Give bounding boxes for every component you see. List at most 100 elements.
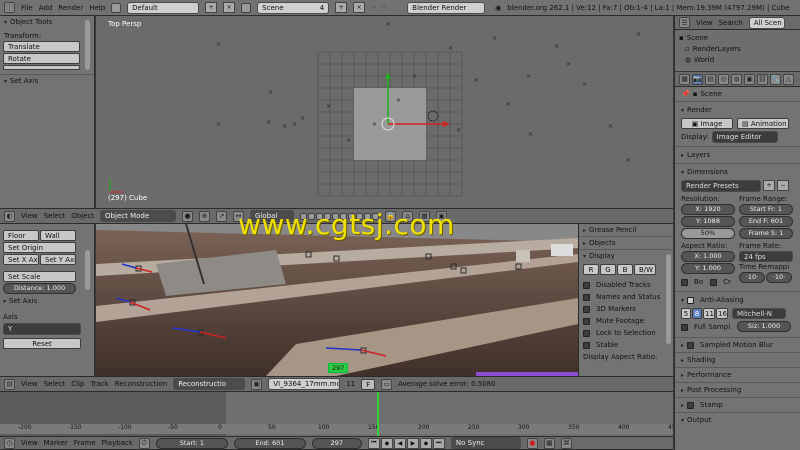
post-processing-header[interactable]: ▸ Post Processing [675,383,800,397]
mute-footage-option[interactable]: Mute Footage [583,315,669,327]
shelf-scrollbar[interactable] [85,20,90,70]
set-axis-header[interactable]: ▾ Set Axis [0,75,94,87]
clip-menu-track[interactable]: Track [90,380,108,388]
sync-mode-select[interactable]: No Sync [450,437,521,449]
play-icon[interactable]: ▶ [406,437,419,449]
grease-pencil-header[interactable]: ▸ Grease Pencil [579,224,673,236]
manipulator-icon[interactable]: ↗ [216,210,228,222]
end-frame-field[interactable]: End: 601 [233,437,306,449]
menu-object[interactable]: Object [71,212,94,220]
clip-shelf-scrollbar[interactable] [85,250,90,290]
remove-preset-icon[interactable]: − [777,180,789,191]
world-tab-icon[interactable]: ◍ [731,73,742,85]
render-animation-button[interactable]: ▤ Animation [737,118,789,129]
play-reverse-icon[interactable]: ◀ [393,437,406,449]
channel-b-toggle[interactable]: B [617,264,633,275]
rotate-button[interactable]: Rotate [3,53,80,64]
frame-end-field[interactable]: End F: 601 [739,216,793,227]
output-header[interactable]: ▾ Output [675,413,800,427]
keyset-icon[interactable]: ⌘ [560,437,572,449]
outliner-type-icon[interactable]: ☰ [679,17,690,28]
menu-render[interactable]: Render [58,4,83,12]
stamp-header[interactable]: ▸ Stamp [675,398,800,412]
floor-button[interactable]: Floor [3,230,39,241]
lock-selection-option[interactable]: Lock to Selection [583,327,669,339]
render-panel-header[interactable]: ▾ Render [675,102,800,118]
clip-view-icon[interactable]: ▣ [251,378,263,390]
full-sample-option[interactable]: Full Sampl [681,321,733,333]
render-tab-icon[interactable]: 📷 [692,73,703,85]
menu-select[interactable]: Select [44,212,66,220]
clip-menu-view[interactable]: View [21,380,38,388]
antialiasing-checkbox[interactable] [687,296,695,304]
clip-props-scrollbar[interactable] [666,254,671,344]
checkbox[interactable] [583,317,590,325]
tl-menu-playback[interactable]: Playback [102,439,133,447]
properties-type-icon[interactable]: ▦ [679,73,690,85]
checkbox[interactable] [583,305,590,313]
record-icon[interactable]: ● [526,437,538,449]
modifiers-tab-icon[interactable]: 🔧 [770,73,781,85]
aa-samples-16[interactable]: 16 [716,308,728,319]
shading-header[interactable]: ▸ Shading [675,353,800,367]
open-clip-icon[interactable]: ▭ [381,378,393,390]
remove-scene-icon[interactable]: × [353,2,366,13]
clip-set-axis-header[interactable]: ▾ Set Axis [3,294,91,305]
timeline-editor-icon[interactable]: ◷ [4,437,15,449]
scene-tab-icon[interactable]: ◎ [718,73,729,85]
outliner-filter-select[interactable]: All Scen [748,16,785,29]
clip-menu-reconstruction[interactable]: Reconstruction [115,380,167,388]
remap-old-field[interactable]: ·10· [739,272,765,283]
mode-select[interactable]: Object Mode [100,210,177,222]
pivot-icon[interactable]: ⊕ [199,210,211,222]
empty-object[interactable] [427,110,439,122]
prev-key-icon[interactable]: ◆ [380,437,393,449]
menu-help[interactable]: Help [89,4,105,12]
3d-markers-option[interactable]: 3D Markers [583,303,669,315]
scene-field[interactable]: Scene 4 [257,1,330,14]
checkbox[interactable] [681,323,688,331]
aa-samples-8[interactable]: 8 [692,308,702,319]
scale-button-partial[interactable] [3,65,80,70]
checkbox[interactable] [583,329,590,337]
aa-samples-11[interactable]: 11 [703,308,715,319]
frame-rate-select[interactable]: 24 fps [739,251,793,262]
motion-blur-header[interactable]: ▸ Sampled Motion Blur [675,338,800,352]
outliner-item-renderlayers[interactable]: ▫ RenderLayers [679,43,796,54]
performance-header[interactable]: ▸ Performance [675,368,800,382]
screen-layout-icon[interactable] [111,2,122,13]
object-tab-icon[interactable]: ▣ [744,73,755,85]
outliner-menu-search[interactable]: Search [719,19,743,27]
menu-view[interactable]: View [21,212,38,220]
channel-bw-toggle[interactable]: B/W [634,264,656,275]
jump-start-icon[interactable]: ⏮ [367,437,380,449]
aa-samples-5[interactable]: 5 [681,308,691,319]
display-select[interactable]: Image Editor [711,130,778,143]
scene-icon[interactable] [241,2,252,13]
checkbox[interactable] [583,281,590,289]
next-key-icon[interactable]: ◆ [419,437,432,449]
outliner-item-world[interactable]: ◍ World [679,54,796,65]
render-layers-tab-icon[interactable]: ▤ [705,73,716,85]
object-tools-header[interactable]: ▾ Object Tools [0,16,94,28]
layers-panel-header[interactable]: ▸ Layers [675,147,800,163]
constraints-tab-icon[interactable]: ⛓ [757,73,768,85]
translate-button[interactable]: Translate [3,41,80,52]
tl-menu-marker[interactable]: Marker [44,439,68,447]
frame-step-field[interactable]: Frame S: 1 [739,228,793,239]
movie-clip-view[interactable]: 297 [96,224,578,376]
render-engine-select[interactable]: Blender Render [407,1,486,14]
axis-select[interactable]: Y [3,323,81,335]
timeline[interactable]: -200 -150 -100 -50 0 50 100 150 200 250 300 350 400 4… [0,392,673,436]
current-frame-field[interactable]: 297 [311,437,362,449]
clip-menu-clip[interactable]: Clip [71,380,84,388]
objects-header[interactable]: ▸ Objects [579,237,673,249]
current-frame-line[interactable] [377,392,379,436]
keying-icon[interactable]: ▦ [543,437,555,449]
set-x-axis-button[interactable]: Set X Axis [3,254,39,265]
checkbox[interactable] [583,293,590,301]
distance-field[interactable]: Distance: 1.000 [3,283,76,294]
checkbox[interactable] [583,341,590,349]
stamp-checkbox[interactable] [687,401,695,409]
clip-file-field[interactable]: VI_9364_17mm.mov [268,378,341,390]
